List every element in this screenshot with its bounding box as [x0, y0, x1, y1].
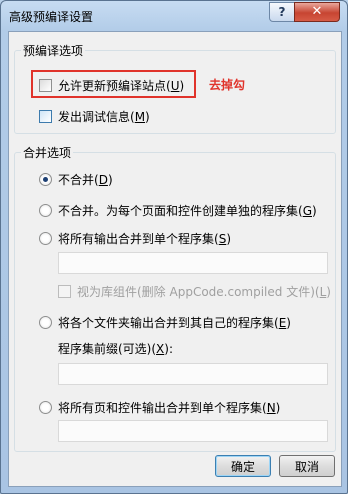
opt-merge-all-label: 将所有输出合并到单个程序集(S)	[58, 232, 231, 246]
opt-merge-all-radio[interactable]	[39, 232, 52, 245]
ok-button[interactable]: 确定	[215, 455, 271, 477]
merge-all-assembly-input[interactable]	[58, 252, 328, 274]
opt-merge-all-row[interactable]: 将所有输出合并到单个程序集(S)	[39, 230, 231, 247]
dialog-window: 高级预编译设置 ? ✕ 预编译选项 去掉勾 允许更新预编译站点(U) 发出调试信…	[0, 0, 348, 494]
title-bar[interactable]: 高级预编译设置 ? ✕	[1, 1, 347, 31]
merge-options-legend: 合并选项	[21, 144, 74, 161]
emit-debug-checkbox-row[interactable]: 发出调试信息(M)	[39, 108, 150, 125]
dialog-client-area: 预编译选项 去掉勾 允许更新预编译站点(U) 发出调试信息(M) 合并选项 不合…	[8, 31, 342, 487]
opt-no-merge-row[interactable]: 不合并(D)	[39, 171, 113, 188]
opt-per-folder-row[interactable]: 将各个文件夹输出合并到其自己的程序集(E)	[39, 314, 291, 331]
cancel-button[interactable]: 取消	[279, 455, 335, 477]
precompile-options-legend: 预编译选项	[21, 42, 86, 59]
opt-per-folder-label: 将各个文件夹输出合并到其自己的程序集(E)	[58, 316, 291, 330]
opt-per-folder-radio[interactable]	[39, 316, 52, 329]
opt-no-merge-radio[interactable]	[39, 173, 52, 186]
help-button[interactable]: ?	[269, 2, 295, 22]
emit-debug-label: 发出调试信息(M)	[58, 110, 150, 124]
treat-as-library-label: 视为库组件(删除 AppCode.compiled 文件)(L)	[77, 285, 331, 299]
opt-pages-controls-row[interactable]: 将所有页和控件输出合并到单个程序集(N)	[39, 399, 280, 416]
close-button[interactable]: ✕	[294, 2, 340, 22]
assembly-prefix-label: 程序集前缀(可选)(X):	[58, 342, 174, 356]
opt-pages-controls-label: 将所有页和控件输出合并到单个程序集(N)	[58, 401, 281, 415]
treat-as-library-checkbox[interactable]	[58, 285, 71, 298]
allow-updatable-checkbox-row[interactable]: 允许更新预编译站点(U)	[39, 77, 184, 94]
pages-controls-assembly-input[interactable]	[58, 420, 328, 442]
opt-per-page-label: 不合并。为每个页面和控件创建单独的程序集(G)	[58, 204, 317, 218]
allow-updatable-label: 允许更新预编译站点(U)	[58, 79, 185, 93]
assembly-prefix-input[interactable]	[58, 363, 328, 385]
opt-per-page-row[interactable]: 不合并。为每个页面和控件创建单独的程序集(G)	[39, 202, 317, 219]
window-title: 高级预编译设置	[9, 10, 94, 24]
opt-pages-controls-radio[interactable]	[39, 401, 52, 414]
allow-updatable-checkbox[interactable]	[39, 79, 52, 92]
treat-as-library-row[interactable]: 视为库组件(删除 AppCode.compiled 文件)(L)	[58, 283, 331, 300]
opt-no-merge-label: 不合并(D)	[58, 173, 113, 187]
annotation-text: 去掉勾	[209, 78, 246, 92]
opt-per-page-radio[interactable]	[39, 204, 52, 217]
emit-debug-checkbox[interactable]	[39, 110, 52, 123]
